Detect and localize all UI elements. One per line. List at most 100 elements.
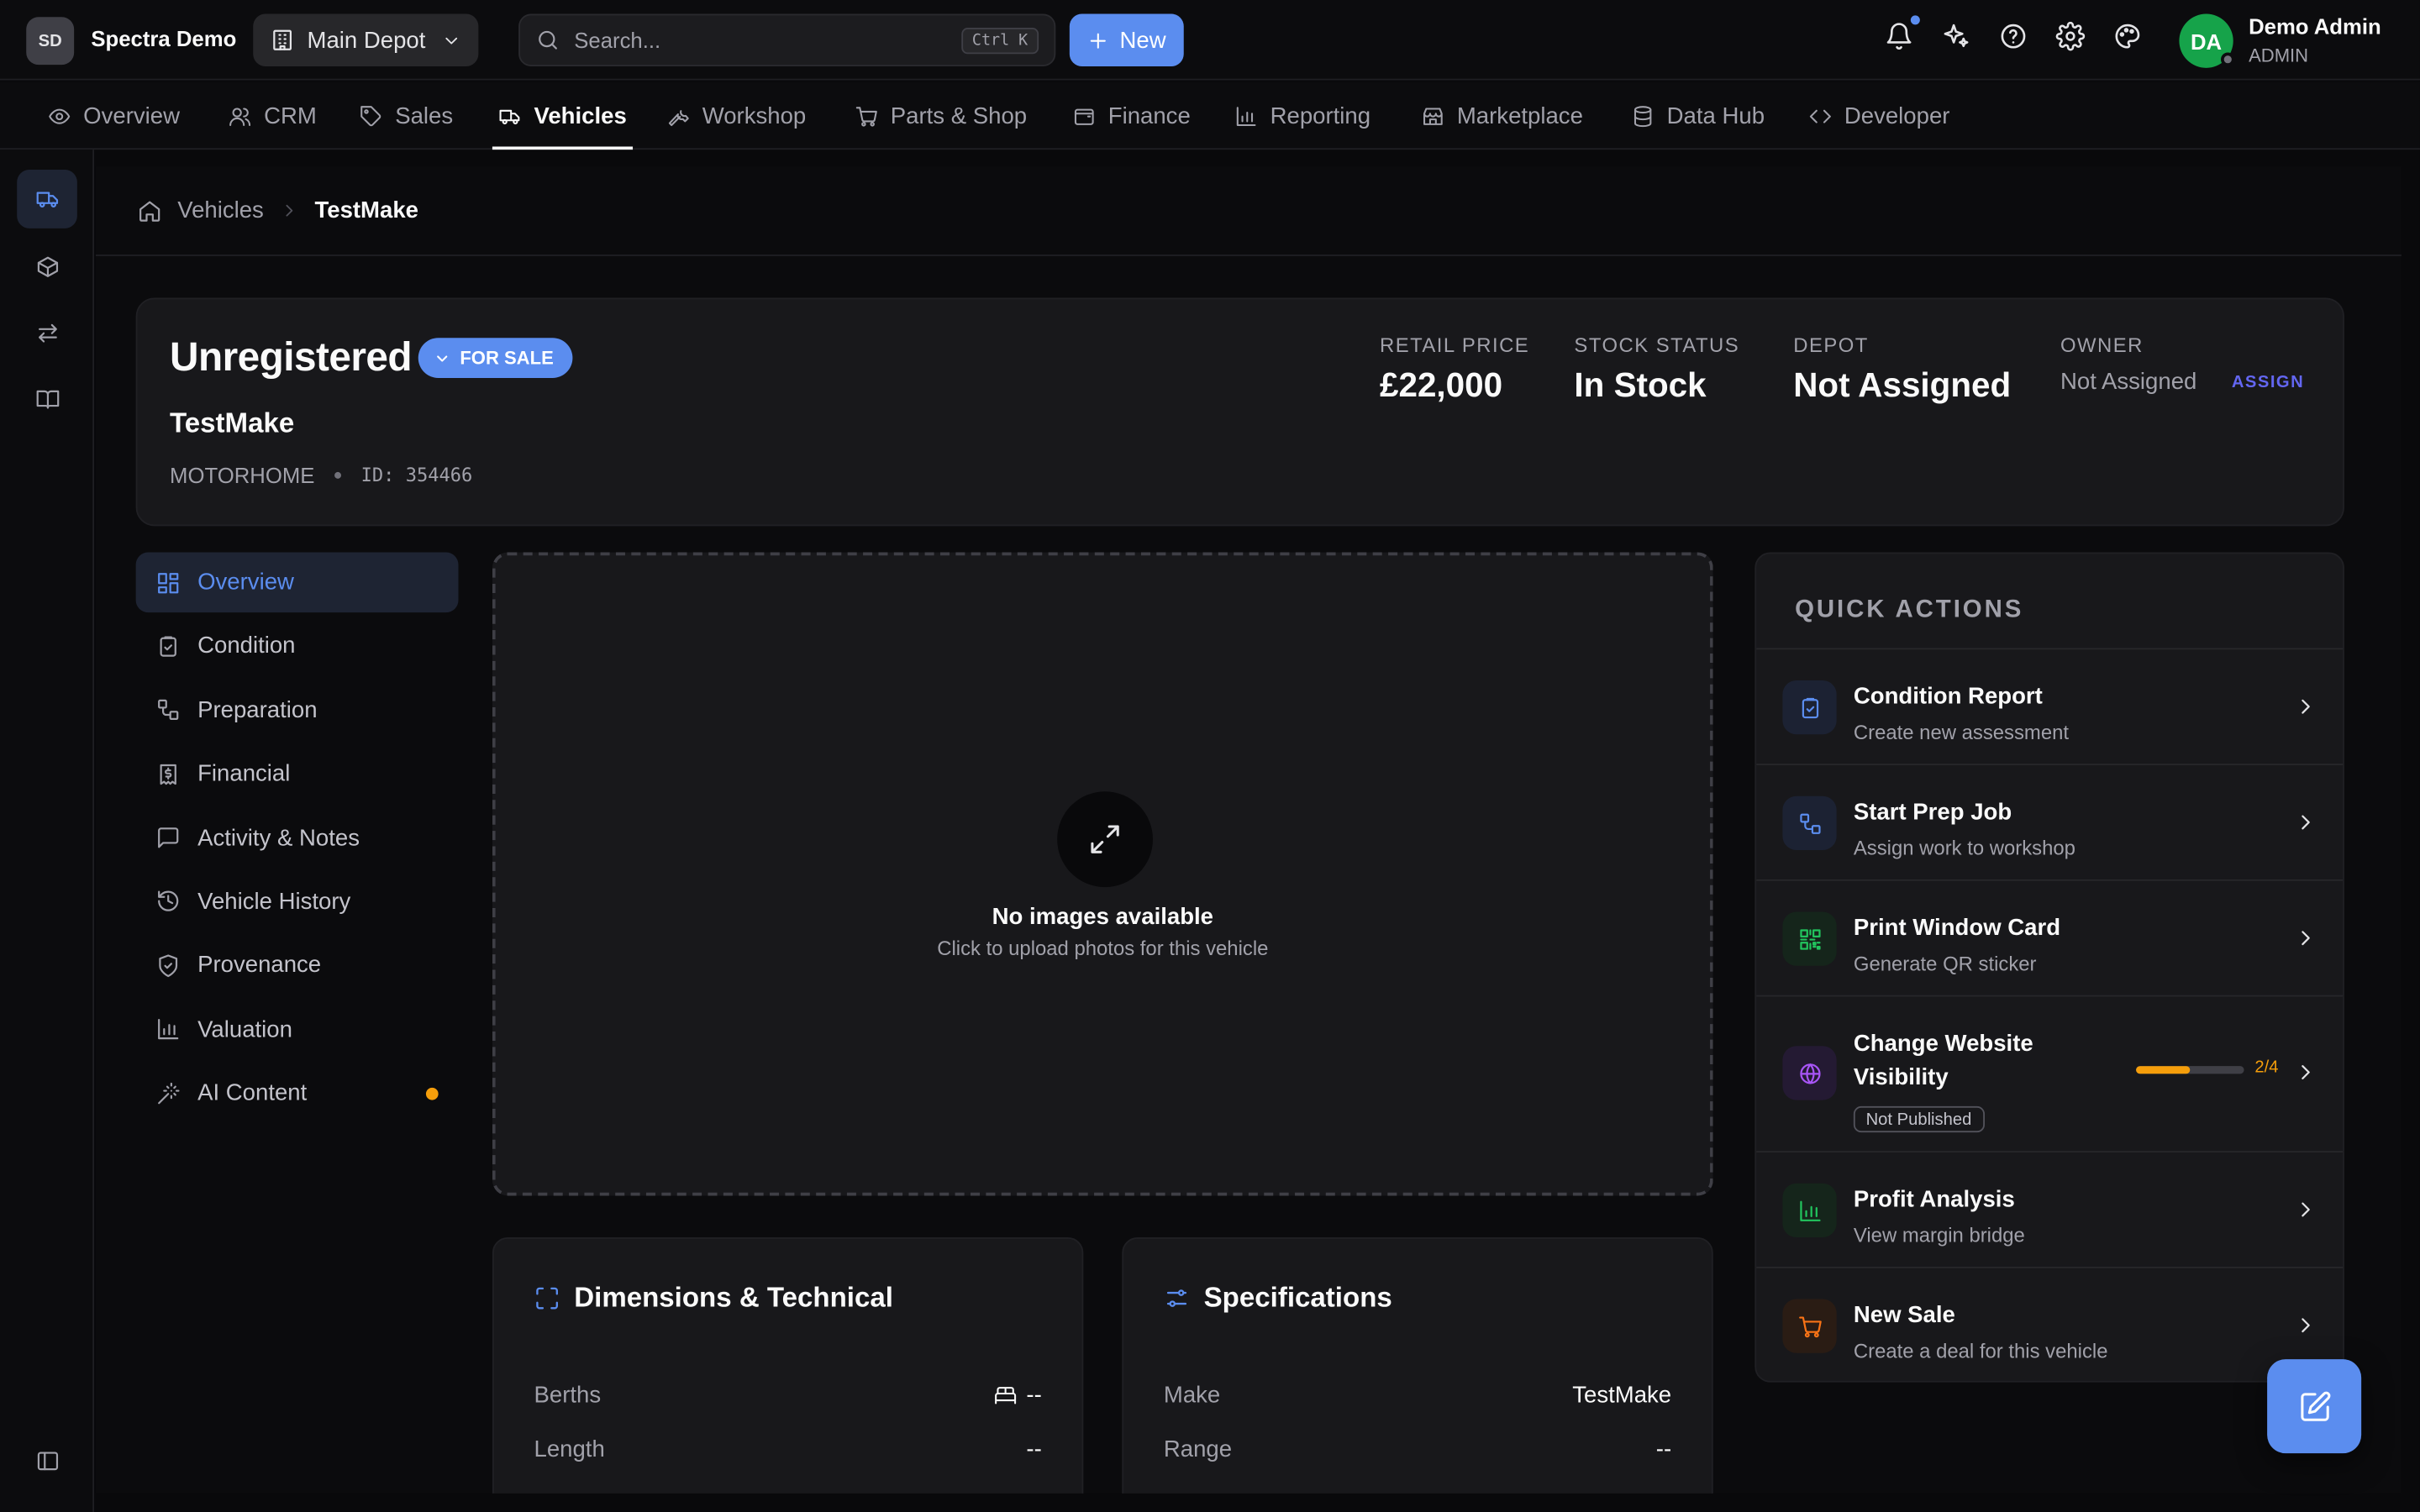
breadcrumb-current: TestMake [314,197,419,224]
tab-label: Workshop [702,102,807,129]
new-button[interactable]: New [1069,13,1184,66]
stat-label: OWNER [2060,333,2144,357]
user-name[interactable]: Demo Admin [2249,14,2381,39]
subnav-provenance[interactable]: Provenance [136,936,459,996]
rail-docs[interactable] [17,370,77,429]
image-upload-area[interactable]: No images available Click to upload phot… [492,552,1713,1196]
tab-data-hub[interactable]: Data Hub [1631,81,1765,150]
tab-developer[interactable]: Developer [1809,81,1949,150]
truck-icon [499,108,520,124]
rail-inventory[interactable] [17,238,77,297]
search-input[interactable]: Search... Ctrl K [518,13,1056,66]
search-shortcut: Ctrl K [961,27,1039,54]
subnav-label: AI Content [197,1079,308,1107]
qa-icon-wrap [1782,1299,1837,1353]
quick-action-condition-report[interactable]: Condition Report Create new assessment [1756,648,2344,764]
card-title: Specifications [1203,1282,1392,1314]
expand-button[interactable] [1057,791,1154,888]
users-icon [229,107,251,126]
quick-action-profit-analysis[interactable]: Profit Analysis View margin bridge [1756,1151,2344,1267]
quick-action-start-prep-job[interactable]: Start Prep Job Assign work to workshop [1756,764,2344,879]
tab-crm[interactable]: CRM [229,81,317,150]
rail-vehicles[interactable] [17,170,77,228]
left-rail [0,150,95,1512]
separator-dot: ● [333,466,343,484]
brand-logo[interactable]: SD [26,17,75,66]
edit-fab-button[interactable] [2267,1359,2362,1454]
avatar[interactable]: DA [2179,13,2235,68]
quick-action-website-visibility[interactable]: Change Website Visibility Not Published … [1756,995,2344,1152]
assign-owner-button[interactable]: ASSIGN [2232,373,2304,391]
subnav-vehicle-history[interactable]: Vehicle History [136,872,459,932]
help-icon[interactable] [1999,22,2028,51]
spec-value-wrap: -- [994,1383,1042,1409]
message-icon [158,827,179,848]
subnav-overview[interactable]: Overview [135,552,459,613]
tab-workshop[interactable]: Workshop [666,81,806,150]
gear-icon[interactable] [2055,21,2086,51]
arrows-icon [38,323,56,343]
tab-finance[interactable]: Finance [1073,81,1191,150]
chevron-down-icon [437,354,448,361]
card-header: Dimensions & Technical [534,1282,893,1315]
tab-sales[interactable]: Sales [360,81,453,150]
stat-owner: OWNER Not Assigned [2060,333,2196,395]
quick-actions-title: QUICK ACTIONS [1795,596,2024,624]
qa-name: Start Prep Job [1853,799,2012,826]
tab-label: CRM [264,102,317,129]
subnav-label: Financial [197,760,291,788]
subnav-ai-content[interactable]: AI Content [136,1063,459,1124]
tab-parts-shop[interactable]: Parts & Shop [855,81,1027,150]
spec-key: Length [534,1436,605,1463]
tab-label: Overview [83,102,181,129]
dimensions-card: Dimensions & Technical Berths -- Length … [492,1237,1084,1494]
vehicle-type: MOTORHOME [170,463,315,488]
bed-icon [995,1387,1017,1404]
quick-action-new-sale[interactable]: New Sale Create a deal for this vehicle [1756,1266,2344,1381]
notifications-button[interactable] [1885,13,1922,51]
tab-label: Marketplace [1456,102,1583,129]
tab-vehicles[interactable]: Vehicles [492,81,634,150]
bell-icon [1886,23,1912,50]
quick-action-print-window-card[interactable]: Print Window Card Generate QR sticker [1756,879,2344,995]
stat-depot: DEPOT Not Assigned [1793,333,2011,406]
subnav-preparation[interactable]: Preparation [136,680,459,741]
stat-value: Not Assigned [2060,368,2197,396]
qa-sub: Assign work to workshop [1853,836,2075,860]
stat-label: RETAIL PRICE [1380,333,1530,357]
search-placeholder: Search... [574,28,661,53]
subnav-activity-notes[interactable]: Activity & Notes [136,808,459,869]
workflow-icon [158,700,179,721]
spec-key: Berths [534,1382,602,1409]
empty-images-subtitle: Click to upload photos for this vehicle [937,936,1269,960]
tab-marketplace[interactable]: Marketplace [1422,81,1583,150]
qa-icon-wrap [1782,911,1837,966]
tab-reporting[interactable]: Reporting [1234,81,1370,150]
sliders-icon [1166,1289,1187,1307]
palette-icon[interactable] [2112,22,2142,51]
qa-sub: View margin bridge [1853,1223,2025,1247]
sparkles-icon[interactable] [1942,22,1971,51]
tab-overview[interactable]: Overview [48,81,180,150]
home-icon[interactable] [137,198,161,223]
book-icon [35,390,59,409]
top-icon-group [1885,13,2143,51]
vehicle-id: ID: 354466 [360,464,473,486]
depot-selector[interactable]: Main Depot [253,13,479,66]
chevron-right-icon [2302,1318,2310,1333]
card-header: Specifications [1164,1282,1392,1315]
subnav-condition[interactable]: Condition [136,617,459,677]
subnav-financial[interactable]: Financial [136,744,459,805]
breadcrumb-root[interactable]: Vehicles [177,197,264,223]
subnav-label: Vehicle History [197,888,351,916]
status-badge[interactable]: FOR SALE [418,338,572,378]
globe-icon [1799,1063,1820,1084]
rail-transfers[interactable] [17,304,77,363]
history-icon [158,891,179,912]
new-content-dot [425,1088,439,1100]
cart-icon [1798,1315,1821,1337]
stat-label: STOCK STATUS [1574,333,1740,357]
qa-name: Print Window Card [1853,915,2061,942]
rail-toggle[interactable] [17,1431,77,1490]
subnav-valuation[interactable]: Valuation [136,1000,459,1060]
